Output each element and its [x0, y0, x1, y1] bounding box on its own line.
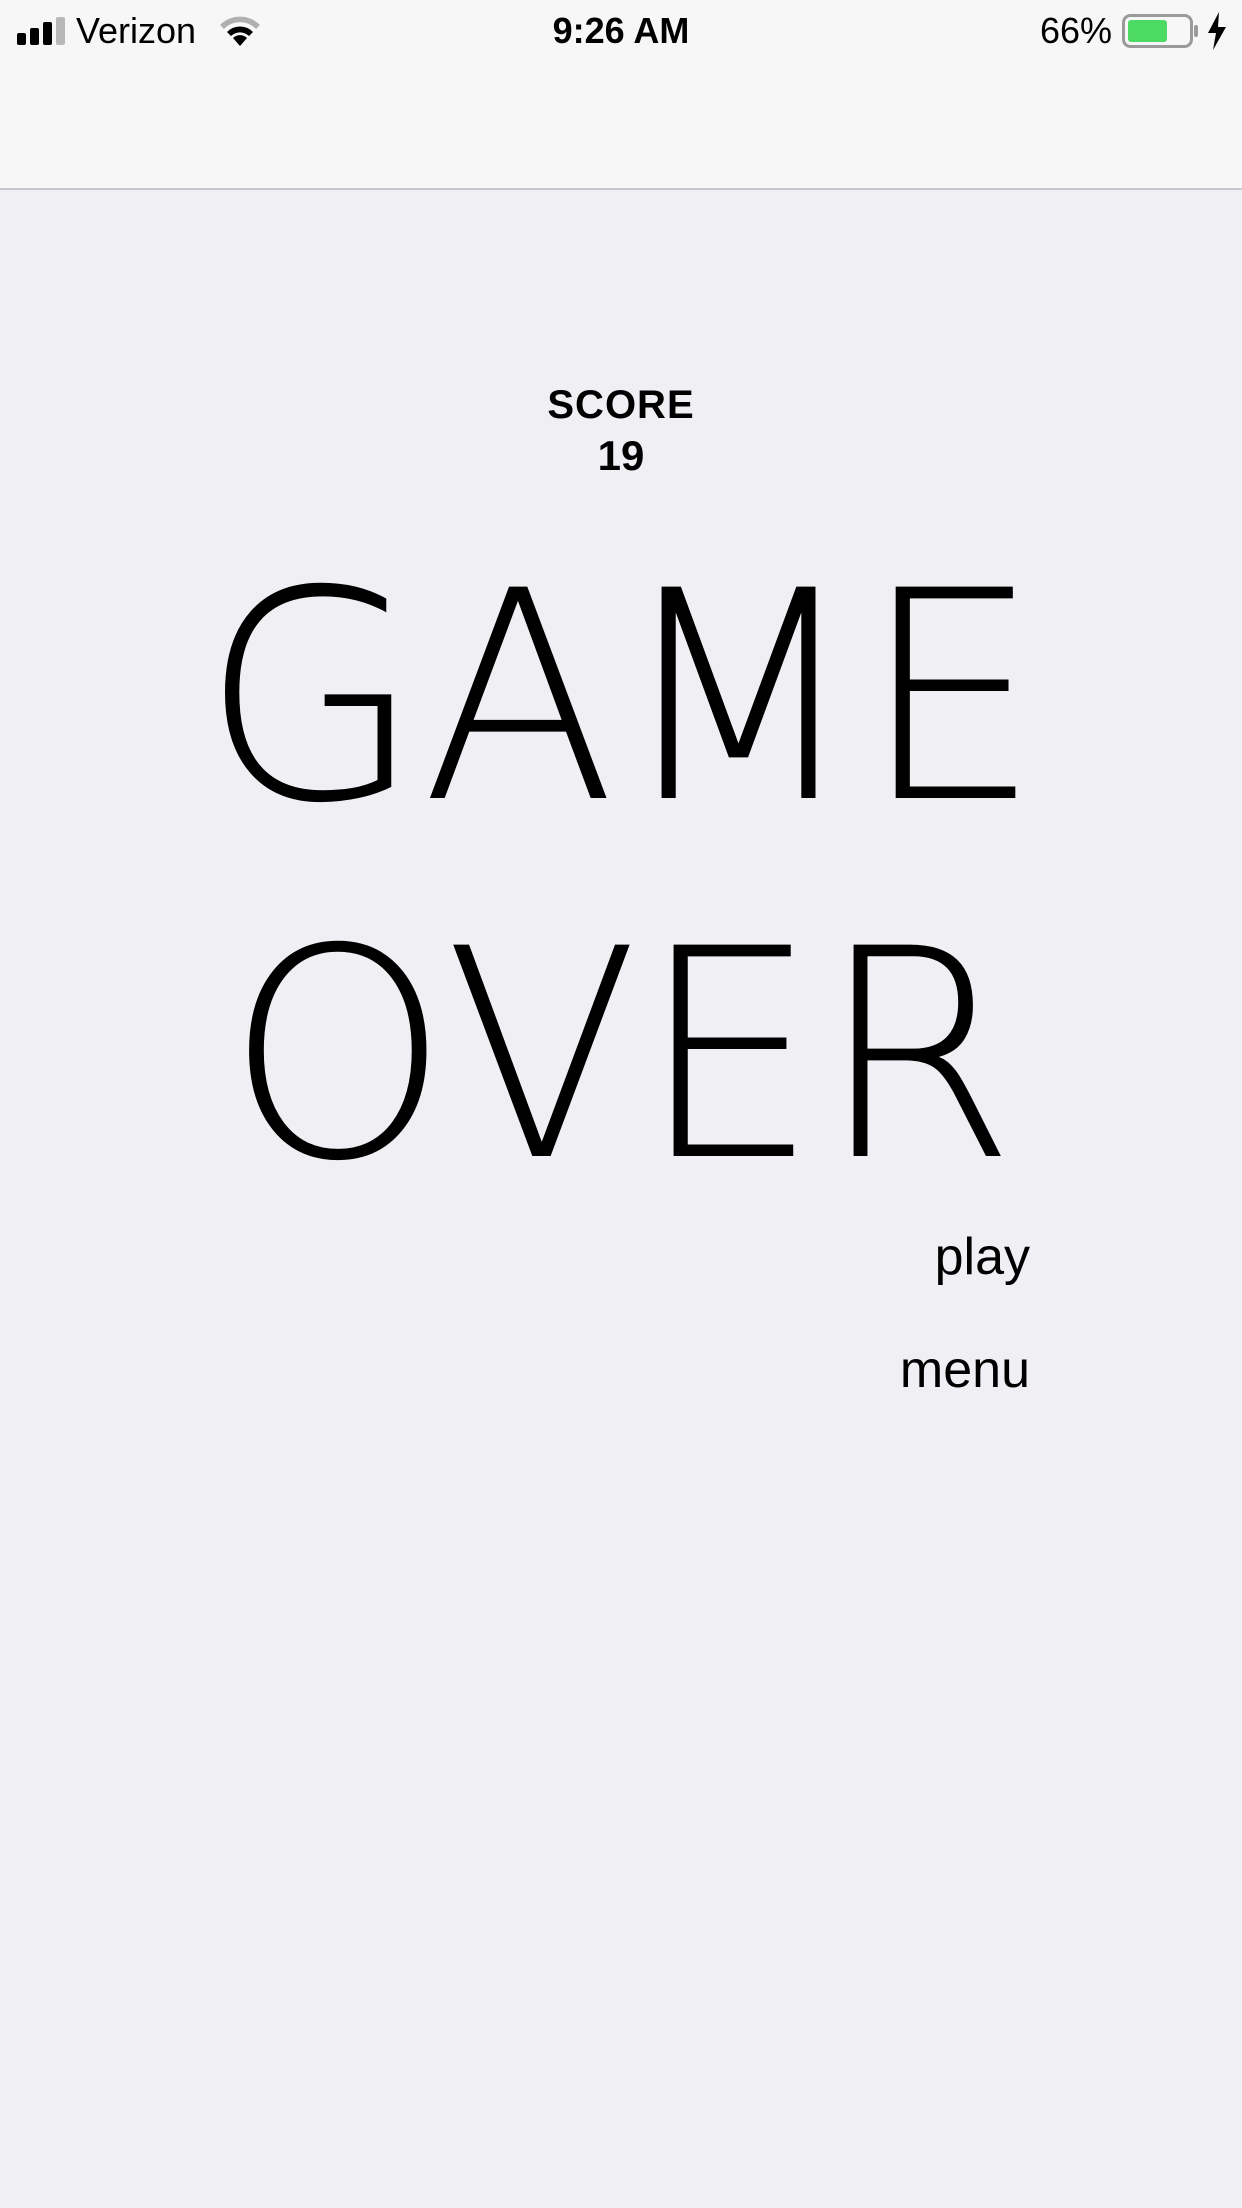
battery-icon [1122, 14, 1198, 48]
title-line-over: OVER [225, 888, 1017, 1225]
status-bar: Verizon 9:26 AM 66% [0, 0, 1242, 190]
score-label: SCORE [547, 383, 695, 427]
play-button[interactable]: play [935, 1227, 1030, 1287]
charging-bolt-icon [1208, 12, 1226, 50]
menu-button[interactable]: menu [900, 1340, 1030, 1400]
score-value: 19 [597, 432, 645, 479]
title-line-game: GAME [201, 530, 1041, 867]
game-over-title: GAME OVER [0, 520, 1242, 1236]
battery-percentage: 66% [1039, 10, 1112, 51]
